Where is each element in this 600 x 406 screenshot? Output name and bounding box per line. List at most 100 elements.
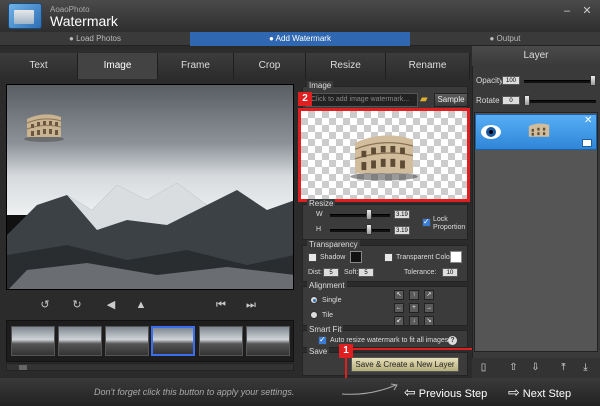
photo-preview[interactable] xyxy=(6,84,294,290)
dist-value[interactable]: 5 xyxy=(323,268,339,277)
next-image-icon[interactable]: ⏭ xyxy=(244,298,258,312)
thumbnail[interactable] xyxy=(11,326,55,356)
rotate-slider-knob[interactable] xyxy=(524,95,530,106)
scrollbar-thumb[interactable] xyxy=(19,365,27,370)
section-header: Smart Fit xyxy=(307,325,344,334)
align-center-icon[interactable]: + xyxy=(409,303,419,313)
height-value[interactable]: 3.19 xyxy=(394,226,410,235)
previous-image-icon[interactable]: ⏮ xyxy=(214,298,228,312)
tolerance-label: Tolerance: xyxy=(404,269,437,276)
move-down-icon[interactable]: ⇩ xyxy=(530,362,541,373)
close-icon[interactable]: ✕ xyxy=(584,116,594,126)
app-logo-icon xyxy=(8,3,42,29)
step-load-photos[interactable]: ● Load Photos xyxy=(0,32,190,46)
colosseum-image xyxy=(350,135,418,181)
layer-toolbar: ▯ ⇧ ⇩ ⤒ ⤓ xyxy=(472,358,600,378)
thumbnail-selected[interactable] xyxy=(151,326,195,356)
transparent-color-swatch[interactable] xyxy=(450,251,462,263)
align-top-right-icon[interactable]: ↗ xyxy=(424,290,434,300)
step-label: Load Photos xyxy=(76,34,121,43)
tab-text[interactable]: Text xyxy=(0,53,78,79)
eye-icon[interactable] xyxy=(480,121,502,143)
export-layer-icon[interactable]: ⤓ xyxy=(580,362,591,373)
sample-button[interactable]: Sample xyxy=(434,93,468,107)
thumbnail-scrollbar[interactable] xyxy=(6,363,294,371)
opacity-slider[interactable] xyxy=(524,80,596,83)
lock-proportion-checkbox[interactable] xyxy=(422,217,431,227)
help-icon[interactable]: ? xyxy=(448,336,457,345)
width-slider-knob[interactable] xyxy=(366,209,372,220)
watermark-image-preview xyxy=(298,108,470,202)
auto-resize-checkbox[interactable] xyxy=(318,335,327,345)
minimize-icon[interactable]: – xyxy=(560,4,574,18)
next-step-button[interactable]: ⇨ Next Step xyxy=(508,381,598,403)
step-add-watermark[interactable]: ● Add Watermark xyxy=(190,32,410,46)
section-header: Alignment xyxy=(307,281,347,290)
thumbnail[interactable] xyxy=(105,326,149,356)
align-top-left-icon[interactable]: ↖ xyxy=(394,290,404,300)
import-layer-icon[interactable]: ⤒ xyxy=(558,362,569,373)
align-right-icon[interactable]: → xyxy=(424,303,434,313)
step-progress-bar: ● Load Photos ● Add Watermark ● Output xyxy=(0,32,600,46)
thumbnail[interactable] xyxy=(58,326,102,356)
thumbnail[interactable] xyxy=(246,326,290,356)
image-layer-icon xyxy=(582,139,592,147)
tab-frame[interactable]: Frame xyxy=(158,53,234,79)
shadow-color-swatch[interactable] xyxy=(350,251,362,263)
folder-icon[interactable]: ▰ xyxy=(420,94,432,105)
soft-label: Soft: xyxy=(344,269,359,276)
arrow-left-icon: ⇦ xyxy=(404,384,416,400)
align-bottom-right-icon[interactable]: ↘ xyxy=(424,316,434,326)
new-layer-icon[interactable]: ▯ xyxy=(478,362,489,373)
hint-text: Don't forget click this button to apply … xyxy=(94,387,295,397)
section-header: Resize xyxy=(307,199,336,208)
width-slider[interactable] xyxy=(330,214,390,217)
single-radio[interactable] xyxy=(310,296,318,304)
rotate-right-icon[interactable]: ↻ xyxy=(70,298,84,312)
step-output[interactable]: ● Output xyxy=(410,32,600,46)
tab-resize[interactable]: Resize xyxy=(306,53,386,79)
thumbnail-strip xyxy=(6,320,294,362)
previous-step-button[interactable]: ⇦ Previous Step xyxy=(404,381,500,403)
preview-mountains xyxy=(7,183,293,289)
tab-bar: Text Image Frame Crop Resize Rename xyxy=(0,49,470,79)
tab-crop[interactable]: Crop xyxy=(234,53,306,79)
opacity-value[interactable]: 100 xyxy=(502,76,520,85)
rotate-value[interactable]: 0 xyxy=(502,96,520,105)
dist-label: Dist: xyxy=(308,269,322,276)
shadow-checkbox[interactable] xyxy=(308,253,317,262)
transparent-color-checkbox[interactable] xyxy=(384,253,393,262)
hint-arrow xyxy=(341,383,398,395)
tolerance-value[interactable]: 10 xyxy=(442,268,458,277)
soft-value[interactable]: 5 xyxy=(358,268,374,277)
align-top-icon[interactable]: ↑ xyxy=(409,290,419,300)
watermark-overlay[interactable] xyxy=(21,109,67,143)
tile-label: Tile xyxy=(322,312,334,319)
width-value[interactable]: 3.19 xyxy=(394,210,410,219)
layer-item-selected[interactable]: ✕ xyxy=(475,114,597,150)
image-path-input[interactable]: Click to add image watermark... xyxy=(306,93,418,107)
auto-resize-label: Auto resize watermark to fit all images. xyxy=(330,337,451,344)
height-slider-knob[interactable] xyxy=(366,224,372,235)
height-slider[interactable] xyxy=(330,229,390,232)
shadow-label: Shadow xyxy=(320,254,346,261)
tile-radio[interactable] xyxy=(310,311,318,319)
alignment-section: Alignment xyxy=(302,281,468,326)
align-bottom-left-icon[interactable]: ↙ xyxy=(394,316,404,326)
rotate-slider[interactable] xyxy=(524,100,596,103)
flip-horizontal-icon[interactable]: ◀ xyxy=(104,298,118,312)
height-label: H xyxy=(316,226,322,233)
width-label: W xyxy=(316,211,323,218)
preview-controls: ↺ ↻ ◀ ▲ ⏮ ⏭ xyxy=(6,294,294,316)
close-window-icon[interactable]: ✕ xyxy=(580,4,594,18)
align-bottom-icon[interactable]: ↓ xyxy=(409,316,419,326)
flip-vertical-icon[interactable]: ▲ xyxy=(134,298,148,312)
rotate-left-icon[interactable]: ↺ xyxy=(38,298,52,312)
section-header: Save xyxy=(307,347,330,356)
tab-rename[interactable]: Rename xyxy=(386,53,470,79)
tab-image[interactable]: Image xyxy=(78,53,158,79)
align-left-icon[interactable]: ← xyxy=(394,303,404,313)
thumbnail[interactable] xyxy=(199,326,243,356)
move-up-icon[interactable]: ⇧ xyxy=(508,362,519,373)
opacity-slider-knob[interactable] xyxy=(590,75,596,86)
